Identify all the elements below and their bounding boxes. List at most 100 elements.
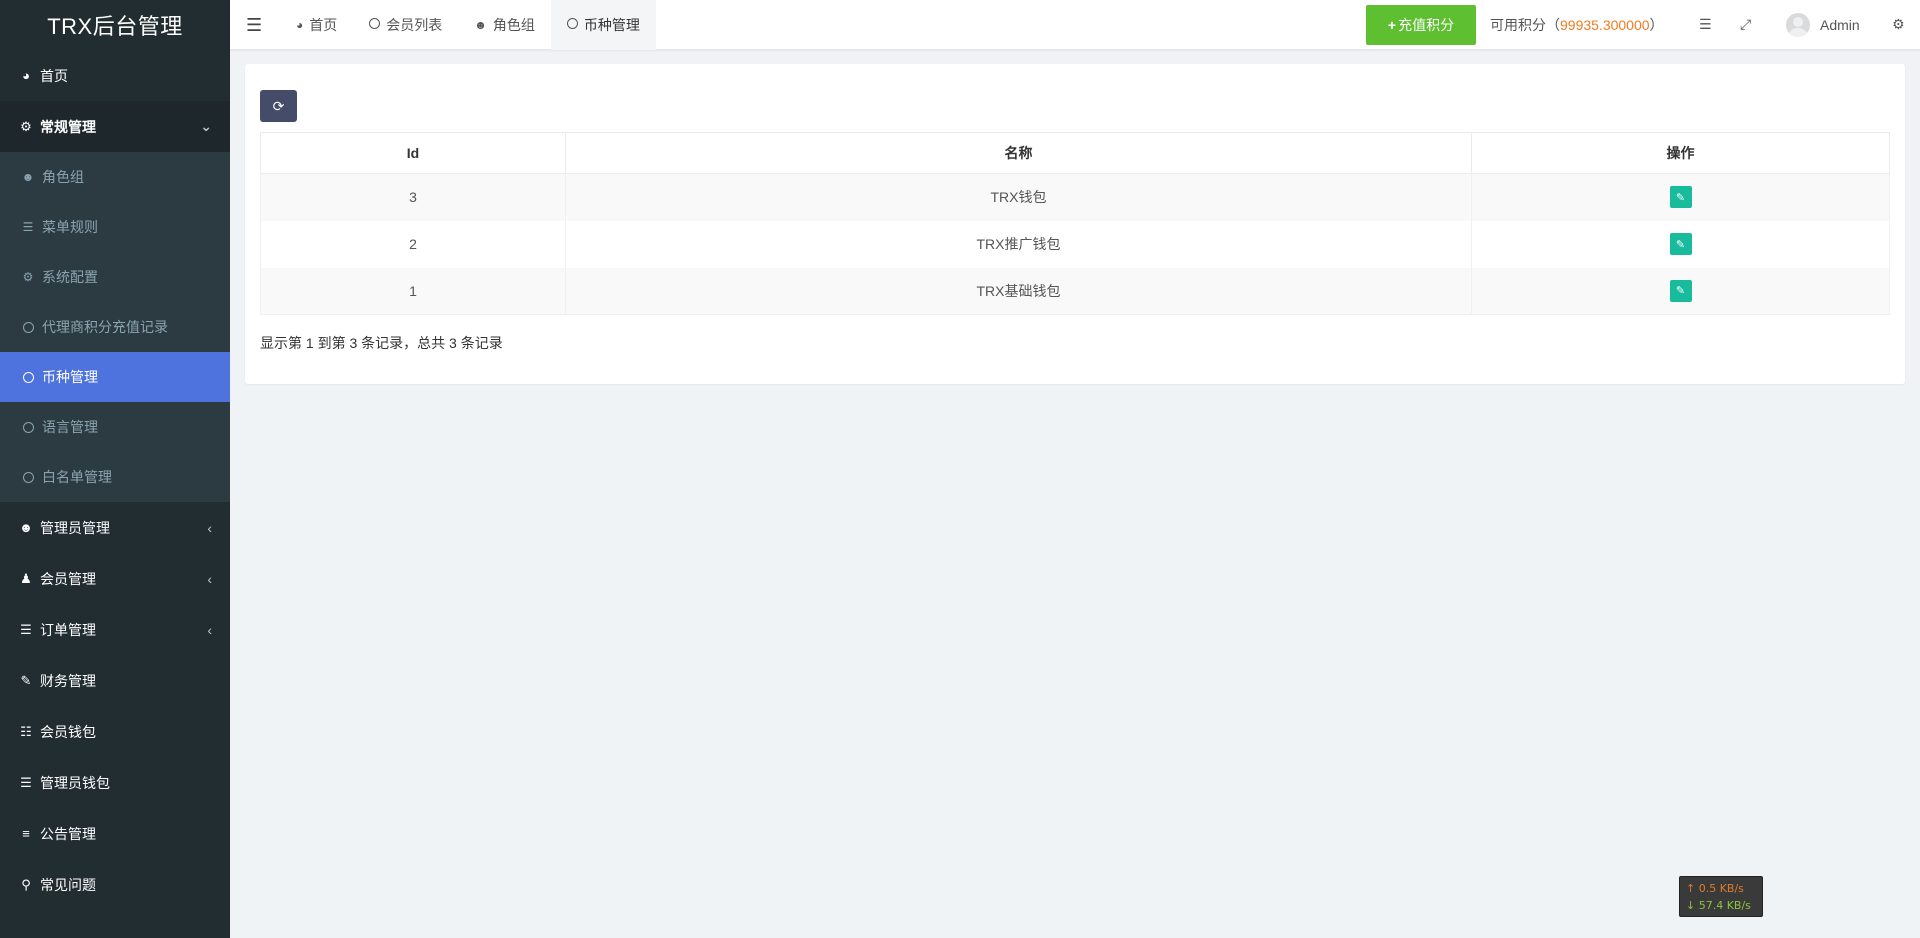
edit-button[interactable]: ✎ xyxy=(1669,233,1692,255)
fullscreen-icon[interactable]: ⤢ xyxy=(1740,16,1751,33)
sidebar-submenu: ☻ 角色组 ☰ 菜单规则 ⚙ 系统配置 代理商积分充值记录 币种管理 语言管理 … xyxy=(0,152,230,502)
points-label: 可用积分（ xyxy=(1490,17,1560,33)
sidebar-item-faq[interactable]: ⚲ 常见问题 xyxy=(0,859,230,910)
cogs-icon: ⚙ xyxy=(20,118,32,134)
circle-icon xyxy=(21,371,35,383)
sidebar-item-label: 白名单管理 xyxy=(42,469,112,485)
arrow-down-icon: ↓ xyxy=(1686,899,1696,912)
sidebar-item-member[interactable]: ♟ 会员管理 ‹ xyxy=(0,553,230,604)
sidebar-item-agent-recharge[interactable]: 代理商积分充值记录 xyxy=(0,302,230,352)
sidebar-item-announcements[interactable]: ≡ 公告管理 xyxy=(0,808,230,859)
pencil-icon: ✎ xyxy=(1675,285,1686,298)
cell-action: ✎ xyxy=(1471,173,1890,221)
tab-currency[interactable]: 币种管理 xyxy=(550,0,656,50)
cell-id: 2 xyxy=(260,220,566,268)
tab-home[interactable]: ◕ 首页 xyxy=(280,0,353,50)
sidebar-item-general[interactable]: ⚙ 常规管理 ⌄ xyxy=(0,101,230,152)
avatar xyxy=(1786,13,1810,37)
circle-icon xyxy=(21,471,35,483)
user-menu[interactable]: Admin xyxy=(1786,0,1860,50)
cell-action: ✎ xyxy=(1471,267,1890,315)
search-icon: ⚲ xyxy=(21,876,31,892)
group-icon: ☻ xyxy=(21,170,35,184)
arrow-up-icon: ↑ xyxy=(1686,882,1696,895)
sidebar-item-whitelist[interactable]: 白名单管理 xyxy=(0,452,230,502)
dashboard-icon: ◕ xyxy=(296,18,304,32)
pagination-info: 显示第 1 到第 3 条记录，总共 3 条记录 xyxy=(260,335,503,351)
tab-role-group[interactable]: ☻ 角色组 xyxy=(458,0,551,50)
column-header-name[interactable]: 名称 xyxy=(565,132,1472,174)
hamburger-menu-icon[interactable]: ☰ xyxy=(246,15,262,36)
nav-tabs: ◕ 首页 会员列表 ☻ 角色组 币种管理 xyxy=(280,0,656,50)
refresh-button[interactable]: ⟳ xyxy=(260,90,297,122)
sidebar-item-language[interactable]: 语言管理 xyxy=(0,402,230,452)
dashboard-icon: ◕ xyxy=(22,68,30,83)
sidebar-item-member-wallet[interactable]: ☷ 会员钱包 xyxy=(0,706,230,757)
sidebar-item-label: 会员钱包 xyxy=(40,723,96,740)
table-row[interactable]: 1 TRX基础钱包 ✎ xyxy=(260,267,1890,315)
top-header: ☰ ◕ 首页 会员列表 ☻ 角色组 币种管理 + 充值积分 可用积分（ 9993… xyxy=(230,0,1920,50)
sidebar-item-admin[interactable]: ☻ 管理员管理 ‹ xyxy=(0,502,230,553)
sidebar-item-admin-wallet[interactable]: ☰ 管理员钱包 xyxy=(0,757,230,808)
gear-icon: ⚙ xyxy=(22,270,34,284)
edit-button[interactable]: ✎ xyxy=(1669,186,1692,209)
tab-member-list[interactable]: 会员列表 xyxy=(353,0,458,50)
chevron-left-icon: ‹ xyxy=(207,570,212,587)
group-icon: ☻ xyxy=(474,18,487,32)
sidebar-item-label: 常见问题 xyxy=(40,876,96,893)
edit-button[interactable]: ✎ xyxy=(1669,279,1692,302)
chevron-left-icon: ‹ xyxy=(207,621,212,638)
table-row[interactable]: 2 TRX推广钱包 ✎ xyxy=(260,220,1890,268)
app-logo[interactable]: TRX后台管理 xyxy=(0,0,230,50)
sidebar-item-label: 语言管理 xyxy=(42,419,98,435)
tab-label: 会员列表 xyxy=(386,17,443,33)
sidebar-item-home[interactable]: ◕ 首页 xyxy=(0,50,230,101)
sidebar-item-menu-rules[interactable]: ☰ 菜单规则 xyxy=(0,202,230,252)
circle-icon xyxy=(566,18,578,32)
tab-label: 角色组 xyxy=(492,17,535,33)
tab-label: 首页 xyxy=(309,17,338,33)
username: Admin xyxy=(1820,17,1860,33)
column-header-id[interactable]: Id xyxy=(260,132,566,174)
sidebar-item-label: 常规管理 xyxy=(40,118,96,135)
chevron-down-icon: ⌄ xyxy=(200,118,212,134)
refresh-icon: ⟳ xyxy=(272,97,285,114)
sidebar-item-system-config[interactable]: ⚙ 系统配置 xyxy=(0,252,230,302)
plus-icon: + xyxy=(1387,17,1397,33)
table-row[interactable]: 3 TRX钱包 ✎ xyxy=(260,173,1890,221)
sidebar-item-label: 管理员钱包 xyxy=(40,774,110,791)
net-speed-widget: ↑ 0.5 KB/s ↓ 57.4 KB/s xyxy=(1679,876,1763,917)
circle-icon xyxy=(21,321,35,333)
cell-name: TRX推广钱包 xyxy=(565,220,1472,268)
sidebar-item-label: 财务管理 xyxy=(40,672,96,689)
table-header-row: Id 名称 操作 xyxy=(260,132,1890,174)
sidebar-item-label: 菜单规则 xyxy=(42,219,98,235)
sidebar-item-label: 会员管理 xyxy=(40,570,96,587)
chevron-left-icon: ‹ xyxy=(207,519,212,536)
group-icon: ☻ xyxy=(19,520,33,535)
points-suffix: ） xyxy=(1649,17,1664,33)
sidebar-item-role-group[interactable]: ☻ 角色组 xyxy=(0,152,230,202)
bars-icon: ≡ xyxy=(22,826,30,841)
sidebar-bottom-menu: ☻ 管理员管理 ‹ ♟ 会员管理 ‹ ☰ 订单管理 ‹ ✎ 财务管理 ☷ 会员钱… xyxy=(0,502,230,910)
indent-icon: ☷ xyxy=(20,723,32,739)
sidebar-item-finance[interactable]: ✎ 财务管理 xyxy=(0,655,230,706)
tab-label: 币种管理 xyxy=(583,17,640,33)
circle-icon xyxy=(21,421,35,433)
cell-action: ✎ xyxy=(1471,220,1890,268)
translate-icon[interactable]: ☰ xyxy=(1699,16,1712,33)
column-header-action: 操作 xyxy=(1471,132,1890,174)
sidebar-item-currency[interactable]: 币种管理 xyxy=(0,352,230,402)
sidebar-item-label: 系统配置 xyxy=(42,269,98,285)
cogs-icon[interactable]: ⚙ xyxy=(1892,16,1905,33)
points-value: 99935.300000 xyxy=(1560,17,1650,33)
content-panel: ⟳ Id 名称 操作 3 TRX钱包 ✎ 2 TRX推广钱包 ✎ 1 TRX基础… xyxy=(245,64,1905,384)
recharge-label: 充值积分 xyxy=(1398,17,1455,33)
sidebar-item-orders[interactable]: ☰ 订单管理 ‹ xyxy=(0,604,230,655)
upload-speed-value: 0.5 KB/s xyxy=(1698,882,1744,895)
recharge-points-button[interactable]: + 充值积分 xyxy=(1366,5,1476,45)
list-icon: ☰ xyxy=(22,220,34,234)
user-icon: ♟ xyxy=(20,570,32,586)
sidebar-item-label: 代理商积分充值记录 xyxy=(42,319,168,335)
sidebar-item-label: 角色组 xyxy=(42,169,84,185)
